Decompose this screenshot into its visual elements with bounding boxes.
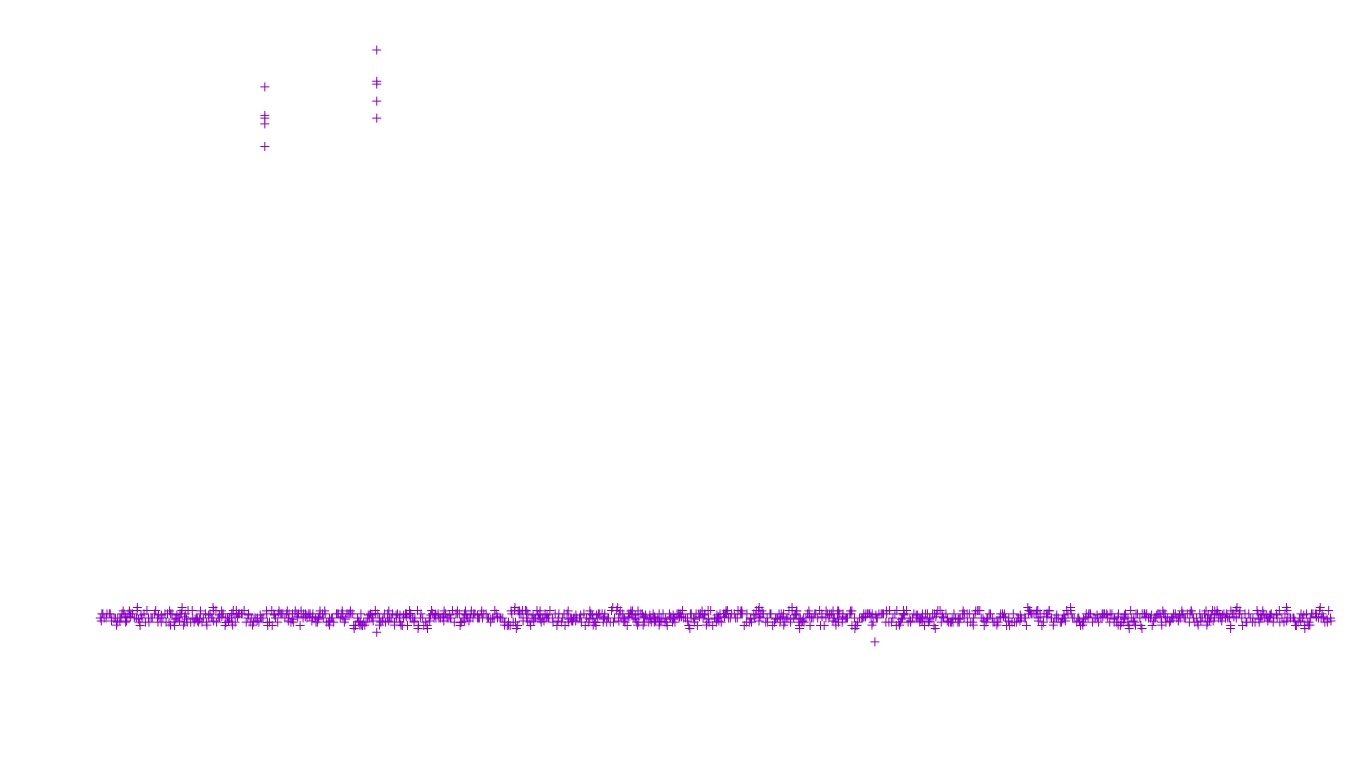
scatter-point (906, 618, 915, 627)
scatter-point (260, 82, 269, 91)
scatter-point (372, 114, 381, 123)
scatter-point (949, 609, 958, 618)
scatter-point (1244, 609, 1253, 618)
scatter-point (766, 609, 775, 618)
scatter-point (121, 618, 130, 627)
scatter-point (870, 637, 879, 646)
scatter-point (1009, 609, 1018, 618)
scatter-point (820, 621, 829, 630)
scatter-point (372, 97, 381, 106)
scatter-points (96, 46, 1336, 647)
scatter-point (260, 142, 269, 151)
scatter-point (372, 46, 381, 55)
scatter-plot (0, 0, 1360, 768)
scatter-point (1022, 621, 1031, 630)
scatter-point (393, 609, 402, 618)
